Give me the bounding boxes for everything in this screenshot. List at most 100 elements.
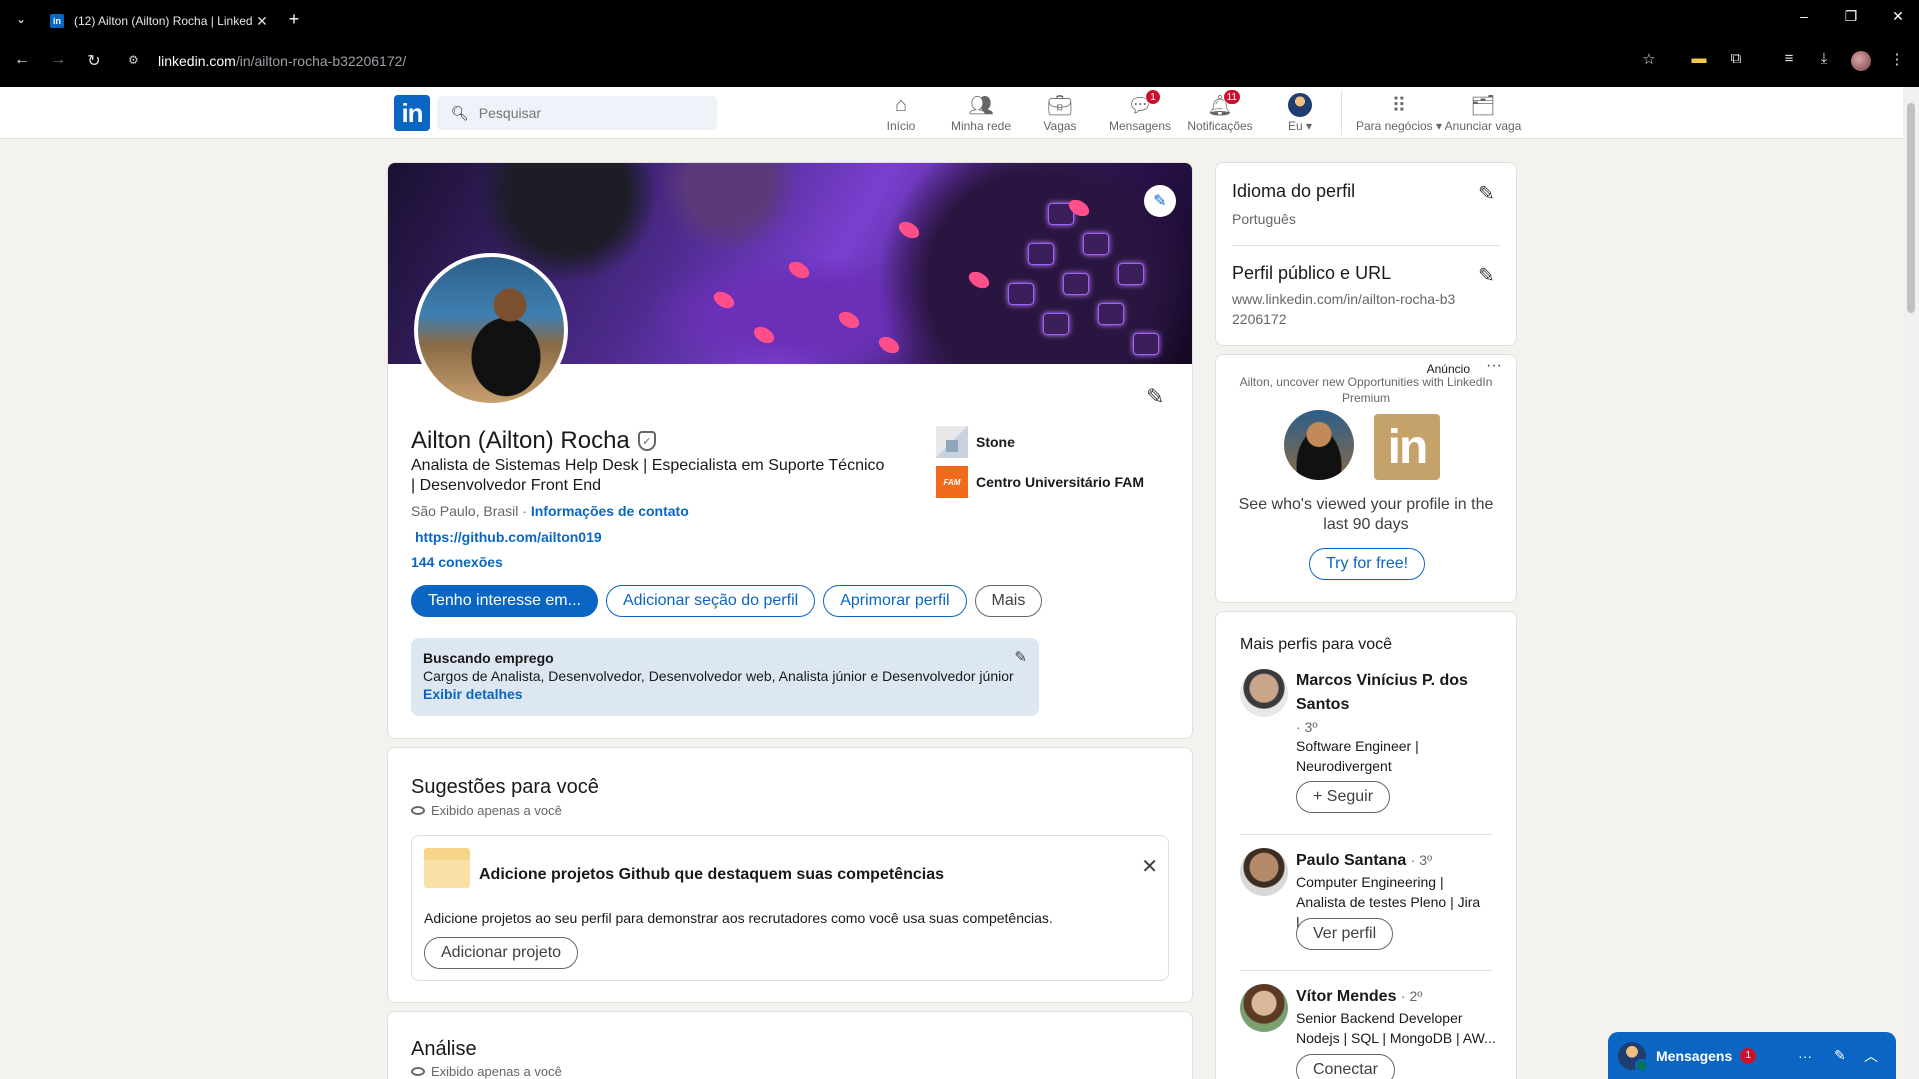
follow-button[interactable]: + Seguir bbox=[1296, 781, 1391, 813]
search-bar[interactable]: 🔍︎ bbox=[437, 96, 717, 130]
edit-intro-icon[interactable]: ✎ bbox=[1146, 384, 1164, 410]
browser-menu-icon[interactable]: ⋮ bbox=[1886, 50, 1908, 68]
dismiss-suggestion-icon[interactable]: ✕ bbox=[1141, 854, 1158, 879]
more-profiles-card: Mais perfis para você Marcos Vinícius P.… bbox=[1215, 611, 1517, 1079]
nav-notifications[interactable]: 🔔︎ 11 Notificações bbox=[1180, 89, 1260, 133]
nav-notifications-label: Notificações bbox=[1187, 119, 1253, 133]
grid-icon: ⠿ bbox=[1391, 94, 1407, 117]
scrollbar-thumb[interactable] bbox=[1907, 103, 1915, 313]
browser-profile-avatar[interactable] bbox=[1851, 51, 1871, 71]
public-profile-title: Perfil público e URL bbox=[1232, 263, 1392, 283]
download-icon[interactable]: ⤓ bbox=[1813, 50, 1835, 67]
nav-post-job[interactable]: 🗂︎ Anunciar vaga bbox=[1443, 93, 1523, 134]
nav-home-label: Início bbox=[886, 119, 916, 133]
suggestions-private-note: Exibido apenas a você bbox=[411, 803, 562, 818]
page-scrollbar[interactable] bbox=[1903, 87, 1919, 1079]
view-profile-button[interactable]: Ver perfil bbox=[1296, 918, 1394, 950]
compose-message-icon[interactable]: ✎ bbox=[1834, 1047, 1846, 1064]
add-project-button[interactable]: Adicionar projeto bbox=[424, 937, 579, 969]
connections-link[interactable]: 144 conexões bbox=[411, 554, 503, 570]
media-queue-icon[interactable]: ≡ bbox=[1778, 50, 1800, 67]
analytics-private-text: Exibido apenas a você bbox=[431, 1064, 562, 1079]
chevron-up-icon[interactable]: ︿ bbox=[1864, 1046, 1878, 1066]
linkedin-logo[interactable]: in bbox=[394, 95, 430, 131]
ad-copy: See who's viewed your profile in the las… bbox=[1238, 496, 1494, 533]
company-stone[interactable]: Stone bbox=[936, 426, 1015, 458]
edit-public-url-icon[interactable]: ✎ bbox=[1478, 263, 1495, 288]
reload-icon[interactable]: ↻ bbox=[82, 51, 106, 71]
suggested-profile-headline: Senior Backend Developer Nodejs | SQL | … bbox=[1296, 1010, 1496, 1046]
bell-icon: 🔔︎ 11 bbox=[1207, 89, 1241, 117]
suggested-profile-degree: · 3º bbox=[1296, 719, 1318, 735]
avatar[interactable] bbox=[1240, 984, 1288, 1032]
edit-language-icon[interactable]: ✎ bbox=[1478, 181, 1495, 206]
try-free-button[interactable]: Try for free! bbox=[1309, 548, 1426, 580]
enhance-profile-button[interactable]: Aprimorar perfil bbox=[823, 585, 967, 617]
suggested-profile-name[interactable]: Vítor Mendes bbox=[1296, 988, 1396, 1005]
messaging-badge: 1 bbox=[1740, 1047, 1757, 1064]
stone-logo bbox=[936, 426, 968, 458]
messaging-label: Mensagens bbox=[1656, 1047, 1733, 1064]
nav-messaging[interactable]: 💬︎ 1 Mensagens bbox=[1100, 89, 1180, 133]
avatar[interactable] bbox=[1240, 848, 1288, 896]
window-close-icon[interactable]: ✕ bbox=[1888, 8, 1908, 25]
nav-business-label: Para negócios ▾ bbox=[1355, 119, 1443, 133]
nav-network[interactable]: 👥︎ Minha rede bbox=[941, 93, 1021, 134]
nav-me[interactable]: Eu ▾ bbox=[1260, 93, 1340, 133]
ad-options-icon[interactable]: ··· bbox=[1486, 357, 1502, 375]
ad-profile-photo bbox=[1284, 410, 1354, 480]
forward-icon[interactable]: → bbox=[46, 51, 70, 69]
verified-shield-icon[interactable]: ✓ bbox=[637, 431, 656, 451]
extension-icon[interactable]: ▬ bbox=[1688, 50, 1710, 67]
nav-divider bbox=[1341, 91, 1342, 135]
profile-headline: Analista de Sistemas Help Desk | Especia… bbox=[411, 457, 885, 494]
analytics-private-note: Exibido apenas a você bbox=[411, 1064, 562, 1079]
open-to-work-details-link[interactable]: Exibir detalhes bbox=[423, 686, 1027, 702]
nav-home[interactable]: ⌂ Início bbox=[861, 93, 941, 134]
open-to-work-roles: Cargos de Analista, Desenvolvedor, Desen… bbox=[423, 668, 1014, 684]
nav-jobs[interactable]: 💼︎ Vagas bbox=[1020, 93, 1100, 134]
divider bbox=[1240, 970, 1492, 971]
nav-business[interactable]: ⠿ Para negócios ▾ bbox=[1355, 93, 1443, 134]
connect-button[interactable]: Conectar bbox=[1296, 1054, 1395, 1079]
profile-language-title: Idioma do perfil bbox=[1232, 181, 1356, 201]
eye-icon bbox=[411, 806, 425, 815]
more-button[interactable]: Mais bbox=[974, 585, 1043, 617]
suggestion-title: Adicione projetos Github que destaquem s… bbox=[479, 866, 944, 883]
open-to-button[interactable]: Tenho interesse em... bbox=[411, 585, 598, 617]
messaging-options-icon[interactable]: ··· bbox=[1798, 1048, 1812, 1064]
company-fam[interactable]: FAM Centro Universitário FAM bbox=[936, 466, 1144, 498]
premium-ad-card: Anúncio ··· Ailton, uncover new Opportun… bbox=[1215, 354, 1517, 603]
profile-language-value: Português bbox=[1232, 211, 1296, 227]
tab-close-icon[interactable]: ✕ bbox=[252, 13, 272, 30]
minimize-icon[interactable]: – bbox=[1794, 8, 1814, 24]
browser-tab[interactable]: in (12) Ailton (Ailton) Rocha | LinkedIn… bbox=[40, 4, 272, 38]
bookmark-star-icon[interactable]: ☆ bbox=[1638, 50, 1660, 68]
me-avatar bbox=[1288, 93, 1312, 117]
network-icon: 👥︎ bbox=[968, 94, 994, 117]
restore-icon[interactable]: ❐ bbox=[1841, 8, 1861, 25]
suggested-profile-name[interactable]: Marcos Vinícius P. dos Santos bbox=[1296, 669, 1476, 717]
extensions-puzzle-icon[interactable]: ⧉ bbox=[1725, 50, 1747, 67]
edit-open-to-work-icon[interactable]: ✎ bbox=[1014, 648, 1027, 666]
contact-info-link[interactable]: Informações de contato bbox=[531, 503, 689, 519]
fam-logo: FAM bbox=[936, 466, 968, 498]
back-icon[interactable]: ← bbox=[10, 51, 34, 69]
edit-banner-icon[interactable]: ✎ bbox=[1144, 185, 1176, 217]
profile-photo[interactable] bbox=[414, 253, 568, 407]
site-info-icon[interactable]: ⚙ bbox=[128, 53, 144, 69]
new-tab-icon[interactable]: + bbox=[284, 9, 304, 30]
public-profile-url: www.linkedin.com/in/ailton-rocha-b322061… bbox=[1232, 291, 1456, 327]
open-to-work-title: Buscando emprego bbox=[423, 650, 554, 666]
nav-network-label: Minha rede bbox=[950, 119, 1012, 133]
divider bbox=[1240, 834, 1492, 835]
messaging-overlay[interactable]: Mensagens 1 ··· ✎ ︿ bbox=[1608, 1032, 1896, 1079]
search-input[interactable] bbox=[478, 105, 699, 121]
add-section-button[interactable]: Adicionar seção do perfil bbox=[605, 585, 816, 617]
website-link[interactable]: https://github.com/ailton019 bbox=[415, 529, 602, 545]
address-bar[interactable]: linkedin.com/in/ailton-rocha-b32206172/ bbox=[158, 53, 406, 69]
avatar[interactable] bbox=[1240, 669, 1288, 717]
browser-tabbar: ⌄ in (12) Ailton (Ailton) Rocha | Linked… bbox=[0, 0, 1919, 38]
tab-search-icon[interactable]: ⌄ bbox=[12, 10, 30, 28]
suggested-profile-name[interactable]: Paulo Santana bbox=[1296, 852, 1406, 869]
